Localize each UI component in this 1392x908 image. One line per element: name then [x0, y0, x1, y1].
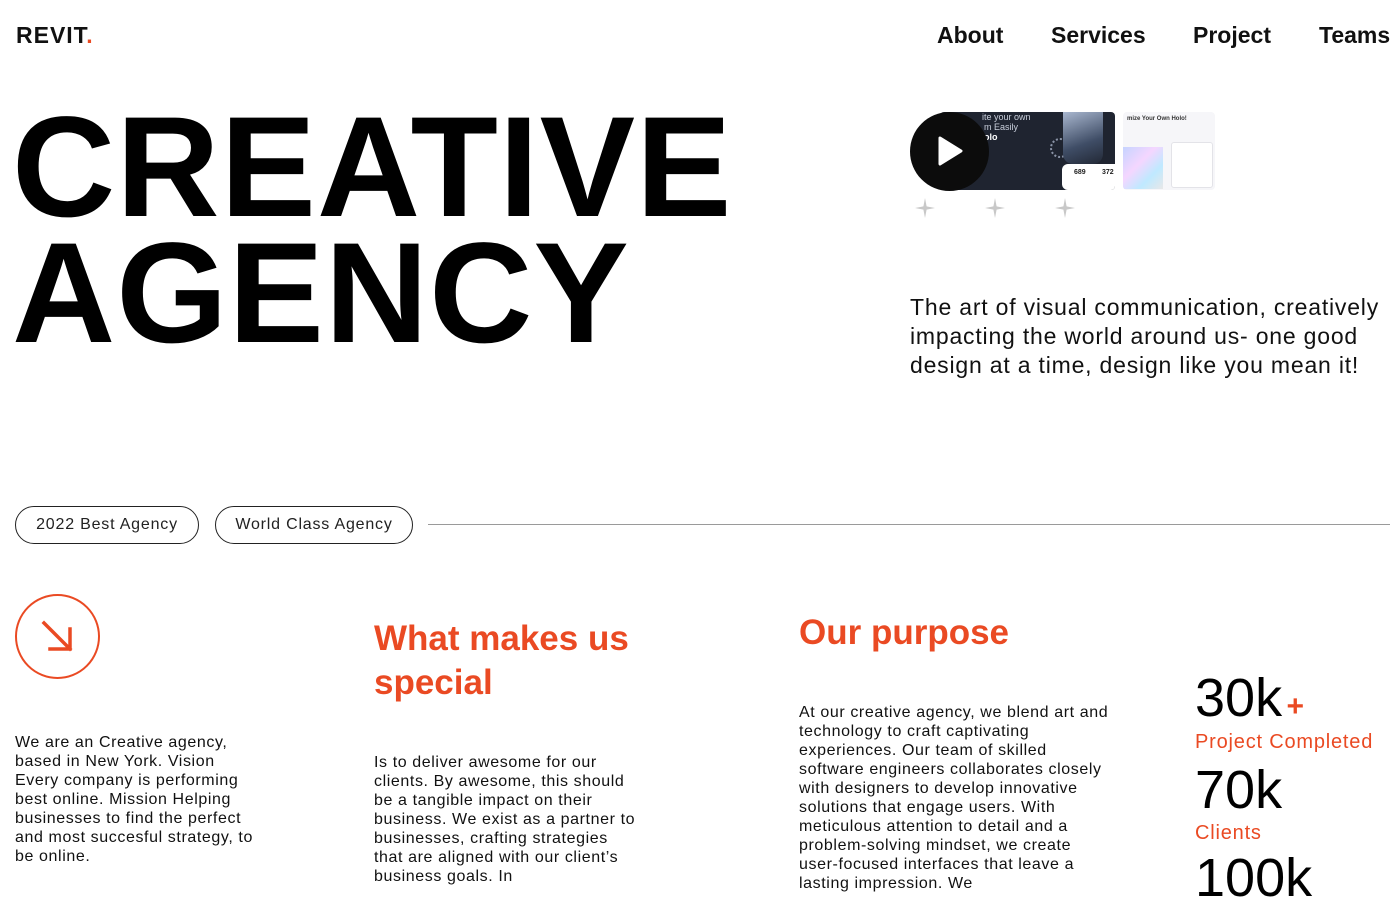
thumbnail-panel-title: mize Your Own Holo!: [1127, 116, 1187, 122]
play-button[interactable]: [910, 112, 989, 191]
scroll-down-button[interactable]: [15, 594, 100, 679]
nav-about[interactable]: About: [937, 22, 1003, 49]
sparkle-icon: [985, 198, 1005, 218]
nav-teams[interactable]: Teams: [1319, 22, 1390, 49]
holo-image: [1123, 147, 1163, 189]
play-icon: [938, 136, 963, 166]
stat-clients-value: 70k: [1195, 760, 1283, 820]
stat-projects-plus: +: [1286, 690, 1305, 723]
nav-project[interactable]: Project: [1193, 22, 1271, 49]
stat-projects-label: Project Completed: [1195, 731, 1374, 753]
thumbnail-text-2: m Easily: [984, 122, 1019, 132]
badge-world-class: World Class Agency: [215, 506, 413, 544]
logo-dot: .: [86, 22, 94, 48]
badge-best-agency: 2022 Best Agency: [15, 506, 199, 544]
nav-services[interactable]: Services: [1051, 22, 1146, 49]
thumbnail-stat-1: 689: [1074, 169, 1086, 176]
sparkle-icon: [1055, 198, 1075, 218]
thumbnail-stat-2: 372: [1102, 169, 1114, 176]
stat-third-value: 100k: [1195, 848, 1313, 908]
about-text: We are an Creative agency, based in New …: [15, 734, 253, 865]
special-text: Is to deliver awesome for our clients. B…: [374, 754, 636, 885]
stat-projects: 30k +: [1195, 671, 1304, 725]
stat-clients-label: Clients: [1195, 822, 1262, 844]
mini-card: [1171, 142, 1213, 188]
arrow-down-right-icon: [41, 620, 73, 652]
thumbnail-stat-card: 689 372: [1062, 164, 1115, 190]
stat-projects-value: 30k: [1195, 668, 1283, 728]
video-thumbnail[interactable]: ite your own m Easily olo 689 372 mize Y…: [910, 112, 1220, 222]
logo[interactable]: REVIT.: [16, 22, 94, 49]
purpose-text: At our creative agency, we blend art and…: [799, 704, 1109, 892]
divider-line: [428, 524, 1390, 525]
thumbnail-text-1: ite your own: [982, 112, 1031, 122]
gloss-card: [1063, 112, 1103, 164]
special-title: What makes us special: [374, 619, 629, 702]
hero-title-line-2: AGENCY: [12, 214, 630, 373]
purpose-title: Our purpose: [799, 613, 1010, 652]
logo-text: REVIT: [16, 22, 87, 48]
thumbnail-light-panel: mize Your Own Holo!: [1123, 112, 1215, 190]
hero-intro: The art of visual communication, creativ…: [910, 294, 1380, 378]
sparkle-icon: [915, 198, 935, 218]
